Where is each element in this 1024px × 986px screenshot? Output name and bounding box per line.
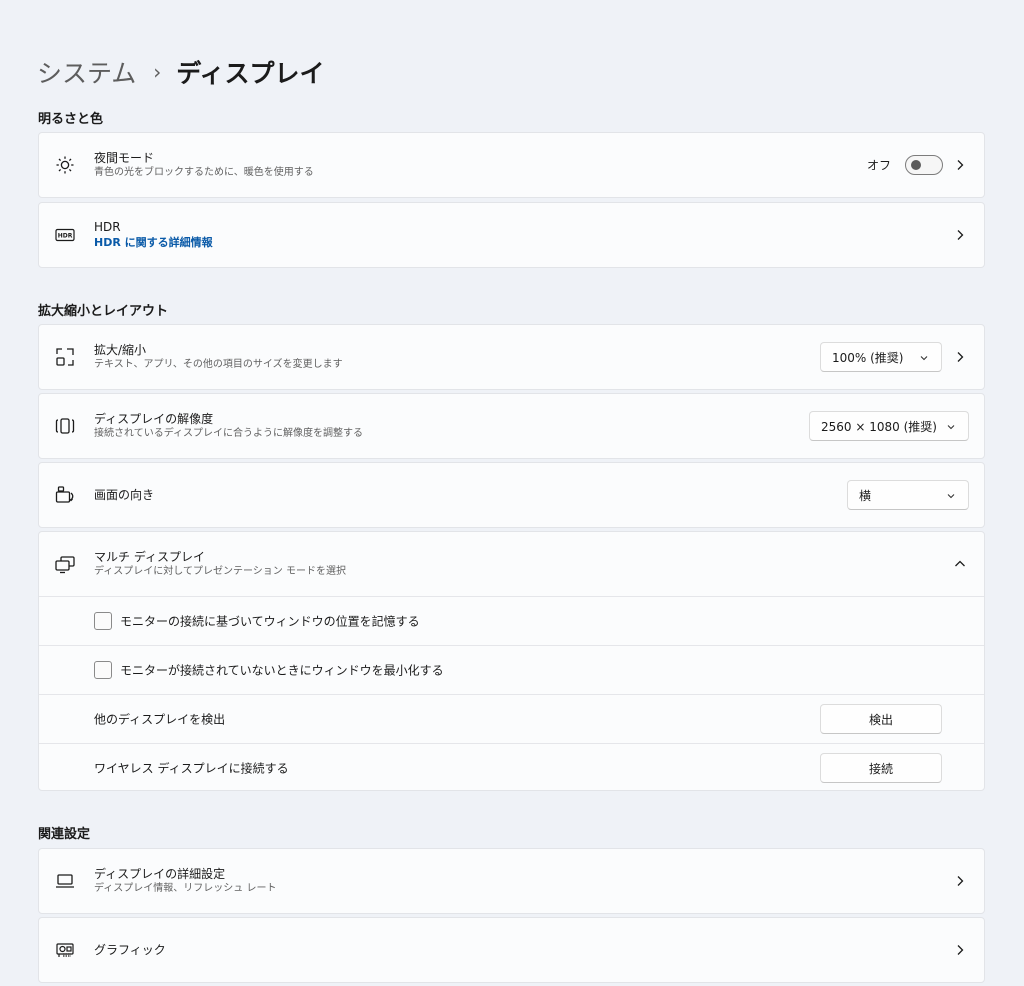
scale-description: テキスト、アプリ、その他の項目のサイズを変更します xyxy=(94,359,343,370)
wireless-display-label: ワイヤレス ディスプレイに接続する xyxy=(94,761,289,776)
connect-button[interactable]: 接続 xyxy=(820,753,942,783)
scale-card[interactable]: 拡大/縮小 テキスト、アプリ、その他の項目のサイズを変更します 100% (推奨… xyxy=(38,324,985,390)
night-light-title: 夜間モード xyxy=(94,151,155,165)
section-title-related: 関連設定 xyxy=(38,827,91,842)
chevron-right-icon xyxy=(952,349,968,365)
detect-displays-row: 他のディスプレイを検出 検出 xyxy=(39,694,984,743)
orientation-dropdown-value: 横 xyxy=(859,488,872,503)
hdr-learn-more-link[interactable]: HDR に関する詳細情報 xyxy=(94,235,213,251)
minimize-windows-label[interactable]: モニターが接続されていないときにウィンドウを最小化する xyxy=(120,662,444,679)
chevron-right-icon xyxy=(952,873,968,889)
breadcrumb: システム › ディスプレイ xyxy=(37,54,325,90)
orientation-card: 画面の向き 横 xyxy=(38,462,985,528)
resolution-title: ディスプレイの解像度 xyxy=(94,412,214,426)
remember-positions-checkbox[interactable] xyxy=(94,612,112,630)
orientation-icon xyxy=(54,484,76,506)
breadcrumb-separator-icon: › xyxy=(153,60,162,84)
advanced-display-description: ディスプレイ情報、リフレッシュ レート xyxy=(94,883,277,894)
advanced-display-card[interactable]: ディスプレイの詳細設定 ディスプレイ情報、リフレッシュ レート xyxy=(38,848,985,914)
scale-dropdown-value: 100% (推奨) xyxy=(832,350,904,365)
advanced-display-title: ディスプレイの詳細設定 xyxy=(94,867,226,881)
chevron-down-icon xyxy=(945,421,957,433)
minimize-windows-checkbox[interactable] xyxy=(94,661,112,679)
wireless-display-row: ワイヤレス ディスプレイに接続する 接続 xyxy=(39,743,984,792)
resolution-dropdown-value: 2560 × 1080 (推奨) xyxy=(821,419,937,434)
resolution-dropdown[interactable]: 2560 × 1080 (推奨) xyxy=(809,411,969,441)
page-title: ディスプレイ xyxy=(176,59,325,88)
resolution-card: ディスプレイの解像度 接続されているディスプレイに合うように解像度を調整する 2… xyxy=(38,393,985,459)
chevron-down-icon xyxy=(945,490,957,502)
monitor-icon xyxy=(54,870,76,892)
chevron-down-icon xyxy=(918,352,930,364)
night-light-toggle[interactable] xyxy=(905,155,943,175)
chevron-right-icon xyxy=(952,157,968,173)
night-light-description: 青色の光をブロックするために、暖色を使用する xyxy=(94,167,314,178)
resolution-description: 接続されているディスプレイに合うように解像度を調整する xyxy=(94,428,363,439)
scale-title: 拡大/縮小 xyxy=(94,343,147,357)
section-title-scale-layout: 拡大縮小とレイアウト xyxy=(38,304,169,319)
breadcrumb-parent[interactable]: システム xyxy=(37,54,136,90)
detect-button[interactable]: 検出 xyxy=(820,704,942,734)
multi-display-icon xyxy=(54,553,76,575)
svg-text:HDR: HDR xyxy=(58,232,73,239)
hdr-title: HDR xyxy=(94,220,121,234)
detect-displays-label: 他のディスプレイを検出 xyxy=(94,712,226,727)
hdr-card[interactable]: HDR HDR HDR に関する詳細情報 xyxy=(38,202,985,268)
night-light-toggle-label: オフ xyxy=(866,158,891,173)
brightness-icon xyxy=(54,154,76,176)
scale-icon xyxy=(54,346,76,368)
multi-display-description: ディスプレイに対してプレゼンテーション モードを選択 xyxy=(94,566,346,577)
night-light-card[interactable]: 夜間モード 青色の光をブロックするために、暖色を使用する オフ xyxy=(38,132,985,198)
multi-display-card: マルチ ディスプレイ ディスプレイに対してプレゼンテーション モードを選択 モニ… xyxy=(38,531,985,791)
remember-positions-row: モニターの接続に基づいてウィンドウの位置を記憶する xyxy=(39,596,984,645)
graphics-title: グラフィック xyxy=(94,943,166,957)
remember-positions-label[interactable]: モニターの接続に基づいてウィンドウの位置を記憶する xyxy=(120,613,420,630)
graphics-card-icon xyxy=(54,939,76,961)
orientation-dropdown[interactable]: 横 xyxy=(847,480,969,510)
multi-display-header[interactable]: マルチ ディスプレイ ディスプレイに対してプレゼンテーション モードを選択 xyxy=(39,532,984,596)
minimize-windows-row: モニターが接続されていないときにウィンドウを最小化する xyxy=(39,645,984,694)
hdr-icon: HDR xyxy=(54,224,76,246)
graphics-card[interactable]: グラフィック xyxy=(38,917,985,983)
orientation-title: 画面の向き xyxy=(94,488,155,502)
chevron-right-icon xyxy=(952,227,968,243)
section-title-brightness: 明るさと色 xyxy=(38,112,104,127)
chevron-right-icon xyxy=(952,942,968,958)
scale-dropdown[interactable]: 100% (推奨) xyxy=(820,342,942,372)
toggle-knob xyxy=(911,160,921,170)
chevron-up-icon[interactable] xyxy=(952,556,968,572)
resolution-icon xyxy=(54,415,76,437)
settings-page: システム › ディスプレイ 明るさと色 夜間モード 青色の光をブロックするために… xyxy=(0,0,1024,986)
multi-display-title: マルチ ディスプレイ xyxy=(94,550,205,564)
